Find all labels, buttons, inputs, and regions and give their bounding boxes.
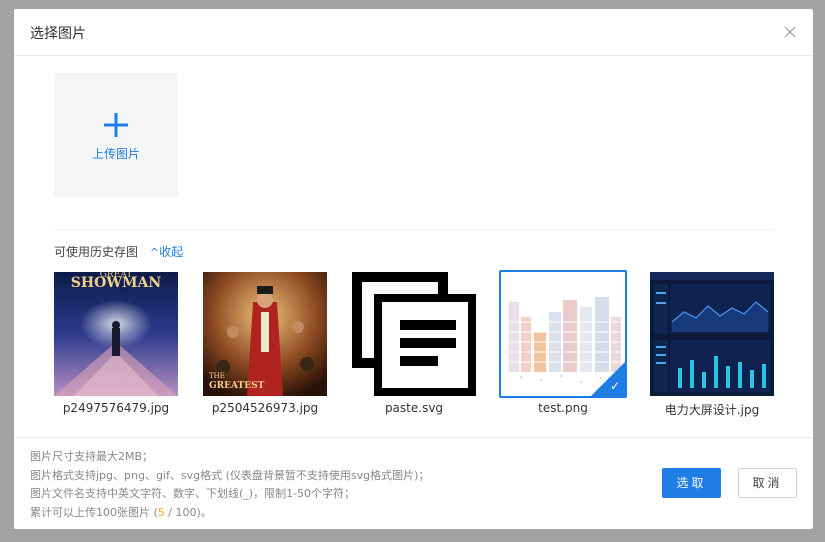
history-image-name: paste.svg [384, 401, 444, 415]
cancel-button[interactable]: 取消 [738, 468, 797, 498]
history-image-item[interactable]: 电力大屏设计.jpg [650, 272, 774, 418]
check-icon: ✓ [609, 379, 620, 393]
history-header: 可使用历史存图 ^收起 [54, 243, 183, 259]
collapse-link[interactable]: ^收起 [150, 245, 183, 259]
history-image-name: p2504526973.jpg [211, 401, 319, 415]
svg-text:SHOWMAN: SHOWMAN [71, 275, 162, 291]
history-image-thumbnail[interactable]: THE GREATEST [203, 272, 327, 396]
note-size: 图片尺寸支持最大2MB； [30, 450, 154, 463]
dialog-title: 选择图片 [30, 26, 86, 42]
history-image-thumbnail[interactable] [650, 272, 774, 396]
select-image-dialog: 选择图片 上传图片 可使用历史存图 ^收起 GREAT SHOWMAN p249… [14, 9, 813, 529]
greatest-poster-image: THE GREATEST [203, 272, 327, 396]
history-image-name: p2497576479.jpg [62, 401, 170, 415]
section-divider [54, 229, 773, 230]
svg-text:THE: THE [209, 372, 225, 380]
close-button[interactable] [783, 25, 797, 39]
paste-icon-image [352, 272, 476, 396]
dashboard-screen-image [650, 272, 774, 396]
dialog-footer: 图片尺寸支持最大2MB； 图片格式支持jpg、png、gif、svg格式 (仪表… [14, 437, 813, 529]
upload-notes: 图片尺寸支持最大2MB； 图片格式支持jpg、png、gif、svg格式 (仪表… [30, 448, 429, 522]
history-image-item[interactable]: paste.svg [352, 272, 476, 415]
count-current: 5 [157, 505, 165, 519]
close-icon [784, 26, 796, 38]
note-format: 图片格式支持jpg、png、gif、svg格式 (仪表盘背景暂不支持使用svg格… [30, 468, 430, 482]
history-image-thumbnail[interactable]: GREAT SHOWMAN [54, 272, 178, 396]
history-image-thumbnail[interactable] [352, 272, 476, 396]
chevron-up-icon: ^ [149, 246, 160, 259]
upload-image-button[interactable]: 上传图片 [54, 73, 178, 197]
confirm-select-button[interactable]: 选取 [662, 468, 721, 498]
svg-text:GREATEST: GREATEST [209, 381, 265, 391]
history-image-name: 电力大屏设计.jpg [664, 403, 760, 417]
history-label: 可使用历史存图 [54, 245, 139, 259]
upload-label: 上传图片 [91, 147, 140, 161]
history-image-name: test.png [538, 401, 588, 415]
note-count: 累计可以上传100张图片 (5 / 100)。 [30, 505, 212, 519]
dialog-header: 选择图片 [14, 9, 813, 56]
history-image-item-selected[interactable]: ✓ test.png [499, 270, 627, 415]
plus-icon [104, 113, 128, 137]
note-filename: 图片文件名支持中英文字符、数字、下划线(_)，限制1-50个字符； [30, 487, 356, 500]
showman-poster-image: GREAT SHOWMAN [54, 272, 178, 396]
history-image-item[interactable]: THE GREATEST p2504526973.jpg [203, 272, 327, 415]
history-image-item[interactable]: GREAT SHOWMAN p2497576479.jpg [54, 272, 178, 415]
collapse-label: 收起 [159, 245, 184, 259]
history-image-thumbnail[interactable]: ✓ [499, 270, 627, 398]
